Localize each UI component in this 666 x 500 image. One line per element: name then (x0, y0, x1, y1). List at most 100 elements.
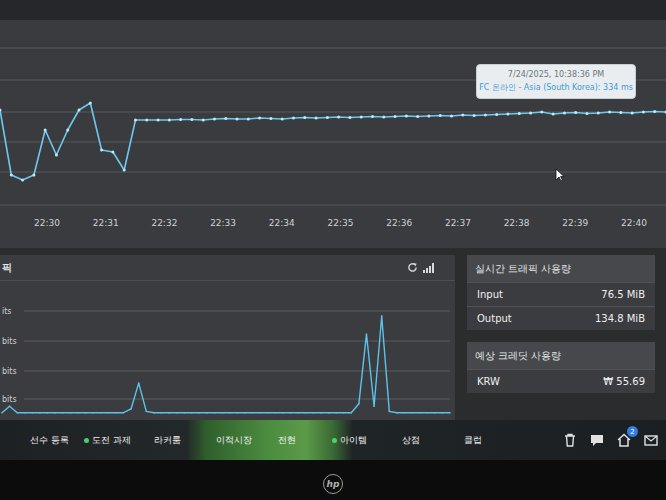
signal-bar (432, 263, 434, 273)
traffic-point (419, 412, 421, 414)
latency-point (337, 116, 340, 119)
chat-button[interactable] (588, 431, 606, 449)
traffic-point (404, 412, 406, 414)
latency-point (78, 109, 81, 112)
refresh-icon[interactable] (407, 262, 418, 273)
usage-row: Output134.8 MiB (467, 306, 655, 330)
usage-value: 76.5 MiB (601, 289, 645, 300)
latency-panel: 22:3022:3122:3222:3322:3422:3522:3622:37… (0, 0, 666, 248)
latency-point (371, 115, 374, 118)
home-shape (618, 435, 630, 447)
traffic-point (130, 408, 132, 410)
latency-point (461, 114, 464, 117)
traffic-point (199, 412, 201, 414)
traffic-title: 픽 (2, 261, 12, 275)
menu-item[interactable]: 이적시장 (208, 434, 270, 447)
traffic-point (85, 412, 87, 414)
latency-point (315, 117, 318, 120)
traffic-point (145, 411, 147, 413)
traffic-point (24, 412, 26, 414)
grid-line (24, 311, 450, 312)
traffic-point (100, 412, 102, 414)
chat-shape (591, 435, 603, 446)
menu-label[interactable]: 전현 (278, 434, 296, 447)
mail-icon[interactable] (643, 432, 659, 448)
menu-item[interactable]: 도전 과제 (84, 434, 146, 447)
x-tick: 22:30 (34, 218, 60, 228)
menu-item[interactable]: 상점 (394, 434, 456, 447)
latency-point (518, 112, 521, 115)
game-menu-bar: 선수 등록 도전 과제 라커룸 이적시장 전현 아이템 상점 클럽 2 (0, 420, 666, 460)
latency-point (89, 102, 92, 105)
chat-icon[interactable] (589, 432, 605, 448)
traffic-point (290, 412, 292, 414)
latency-point (394, 115, 397, 118)
menu-item[interactable]: 라커룸 (146, 434, 208, 447)
x-tick: 22:37 (445, 218, 471, 228)
menu-label[interactable]: 상점 (402, 434, 420, 447)
latency-point (269, 117, 272, 120)
traffic-point (70, 412, 72, 414)
signal-bar (429, 266, 431, 273)
latency-point (405, 115, 408, 118)
refresh-arc (409, 264, 416, 271)
latency-point (134, 119, 137, 122)
mail-button[interactable] (642, 431, 660, 449)
latency-point (574, 111, 577, 114)
menu-item[interactable]: 클럽 (456, 434, 518, 447)
menu-item[interactable]: 선수 등록 (22, 434, 84, 447)
latency-point (168, 119, 171, 122)
traffic-point (221, 412, 223, 414)
realtime-usage-card: 실시간 트래픽 사용량Input76.5 MiBOutput134.8 MiB (467, 255, 655, 330)
latency-point (631, 112, 634, 115)
menu-label[interactable]: 이적시장 (216, 434, 252, 447)
menu-item[interactable]: 아이템 (332, 434, 394, 447)
traffic-point (343, 412, 345, 414)
latency-point (552, 113, 555, 116)
traffic-point (328, 412, 330, 414)
signal-icon (423, 262, 435, 273)
menu-label[interactable]: 선수 등록 (30, 434, 69, 447)
menu-label[interactable]: 라커룸 (154, 434, 181, 447)
traffic-point (77, 412, 79, 414)
traffic-point (373, 405, 375, 407)
x-tick: 22:31 (93, 218, 119, 228)
home-button[interactable]: 2 (615, 431, 633, 449)
traffic-point (259, 412, 261, 414)
y-tick: its (2, 307, 12, 316)
tooltip-label: FC 온라인 - Asia (South Korea): 334 ms (479, 82, 633, 93)
traffic-point (305, 412, 307, 414)
menu-label[interactable]: 클럽 (464, 434, 482, 447)
y-tick: bits (2, 367, 17, 376)
y-tick: bits (2, 337, 17, 346)
traffic-point (442, 412, 444, 414)
traffic-point (115, 412, 117, 414)
traffic-point (214, 412, 216, 414)
traffic-point (39, 412, 41, 414)
traffic-point (267, 412, 269, 414)
latency-point (258, 117, 261, 120)
usage-label: KRW (477, 376, 500, 387)
traffic-point (350, 412, 352, 414)
grid-line (24, 341, 450, 342)
menu-item[interactable]: 전현 (270, 434, 332, 447)
credit-usage-card: 예상 크레딧 사용량KRW₩ 55.69 (467, 342, 655, 393)
trash-button[interactable] (561, 431, 579, 449)
latency-point (529, 112, 532, 115)
latency-point (179, 118, 182, 121)
traffic-point (335, 412, 337, 414)
new-dot (84, 438, 89, 443)
latency-point (21, 179, 24, 182)
latency-point (484, 114, 487, 117)
usage-row: KRW₩ 55.69 (467, 369, 655, 393)
trash-icon[interactable] (562, 432, 578, 448)
latency-point (642, 111, 645, 114)
menu-label[interactable]: 도전 과제 (92, 434, 131, 447)
traffic-point (396, 412, 398, 414)
signal-bar (426, 268, 428, 273)
latency-point (281, 118, 284, 121)
latency-point (665, 111, 666, 114)
cursor-shape (556, 169, 564, 181)
traffic-point (206, 412, 208, 414)
menu-label[interactable]: 아이템 (340, 434, 367, 447)
